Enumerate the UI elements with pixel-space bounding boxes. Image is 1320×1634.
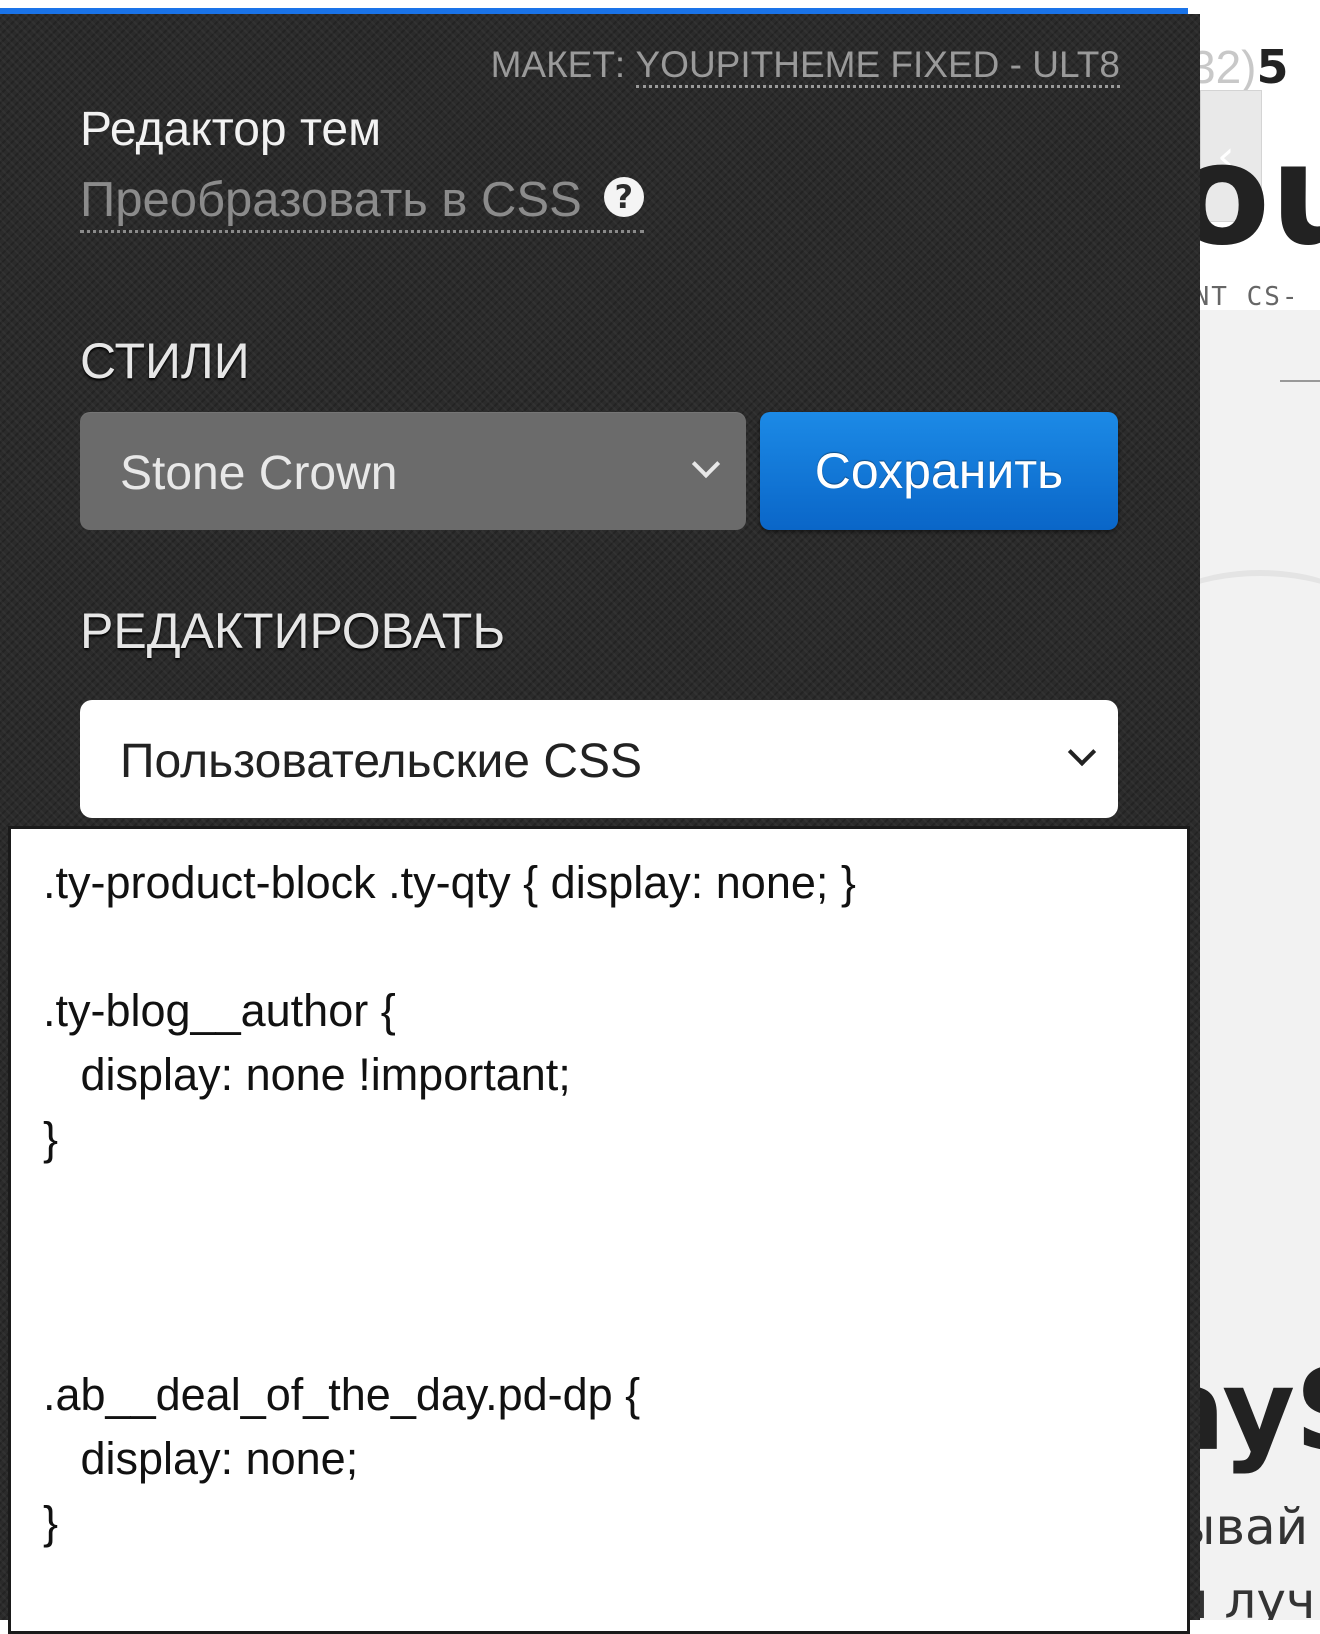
edit-select[interactable]: Пользовательские CSS [80,700,1118,818]
background-hero-text-line-2: и луч [1180,1572,1316,1620]
styles-section-label: СТИЛИ [80,333,250,389]
layout-name-link[interactable]: YOUPITHEME FIXED - ULT8 [635,44,1120,88]
background-site: 32)5 ‹ ou ENT CS- ayS ывай и луч [1180,10,1320,1620]
editor-title: Редактор тем [80,103,382,156]
background-logo: ou [1180,114,1320,277]
loading-progress-fill [0,8,1188,14]
save-button[interactable]: Сохранить [760,412,1118,530]
edit-select-value: Пользовательские CSS [120,735,643,788]
background-banner-decoration [1180,570,1320,696]
convert-to-css-label: Преобразовать в CSS [80,173,582,227]
css-code-editor[interactable]: .ty-product-block .ty-qty { display: non… [8,826,1190,1634]
background-phone-number: 32)5 [1190,40,1289,94]
layout-label: МАКЕТ: [490,44,626,85]
theme-editor-panel: МАКЕТ: YOUPITHEME FIXED - ULT8 Редактор … [0,14,1200,1634]
help-icon[interactable]: ? [603,177,644,217]
background-divider [1280,380,1320,382]
style-select-value: Stone Crown [120,447,398,500]
edit-section-label: РЕДАКТИРОВАТЬ [80,603,506,659]
css-code-text[interactable]: .ty-product-block .ty-qty { display: non… [11,829,1187,1555]
background-hero-heading: ayS [1180,1346,1320,1476]
layout-indicator: МАКЕТ: YOUPITHEME FIXED - ULT8 [490,44,1120,88]
chevron-down-icon [691,449,721,479]
loading-progress-bar [0,0,1320,14]
style-select[interactable]: Stone Crown [80,412,746,530]
chevron-down-icon [1067,737,1097,767]
convert-to-css-link[interactable]: Преобразовать в CSS ? [80,172,644,233]
